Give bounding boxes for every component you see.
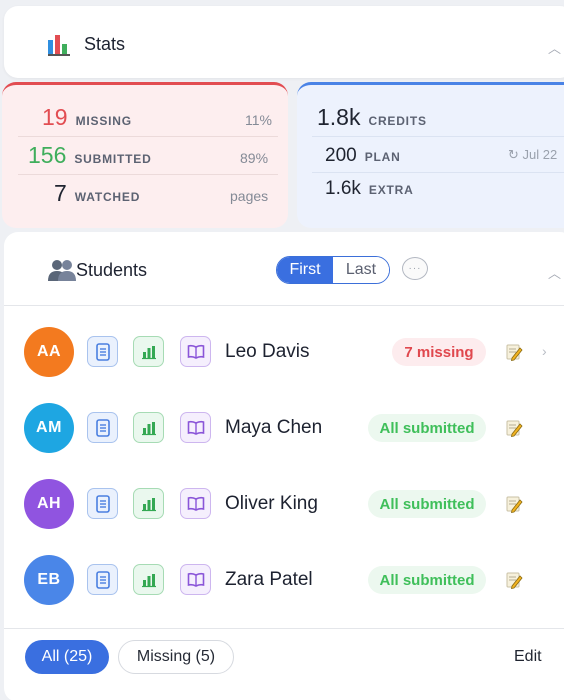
credits-count: 1.8k [317, 104, 361, 130]
divider [312, 136, 564, 137]
edit-button[interactable]: Edit [514, 648, 542, 666]
watched-count: 7 [54, 180, 67, 206]
plan-label: PLAN [364, 150, 401, 164]
divider [18, 174, 278, 175]
divider [312, 172, 564, 173]
credits-stat: 1.8k CREDITS [317, 104, 427, 131]
book-icon[interactable] [180, 564, 211, 595]
students-card [4, 232, 564, 700]
chevron-right-icon[interactable]: › [542, 343, 547, 359]
sort-first-button[interactable]: First [277, 257, 333, 283]
notes-edit-icon[interactable] [505, 495, 523, 514]
extra-stat: 1.6k EXTRA [325, 178, 414, 200]
notes-edit-icon[interactable] [505, 571, 523, 590]
avatar[interactable]: EB [24, 555, 74, 605]
status-badge: 7 missing [392, 338, 486, 366]
book-icon[interactable] [180, 488, 211, 519]
submitted-stat: 156 SUBMITTED [28, 142, 152, 169]
credits-label: CREDITS [368, 114, 427, 128]
progress-chart-icon[interactable] [133, 564, 164, 595]
students-title: Students [76, 260, 148, 280]
submitted-label: SUBMITTED [74, 152, 152, 166]
extra-label: EXTRA [368, 183, 414, 197]
book-icon[interactable] [180, 412, 211, 443]
missing-count: 19 [42, 104, 68, 130]
progress-chart-icon[interactable] [133, 412, 164, 443]
student-name[interactable]: Zara Patel [225, 569, 313, 591]
submitted-count: 156 [28, 142, 67, 168]
sort-last-button[interactable]: Last [333, 257, 389, 283]
document-icon[interactable] [87, 412, 118, 443]
footer-divider [4, 628, 564, 629]
stats-header[interactable]: Stats [48, 32, 125, 56]
watched-label: WATCHED [74, 190, 141, 204]
speech-bubble-icon[interactable]: ··· [402, 257, 428, 280]
divider [18, 136, 278, 137]
missing-stat: 19 MISSING [42, 104, 132, 131]
caret-up-icon[interactable]: ︿ [548, 38, 561, 57]
document-icon[interactable] [87, 564, 118, 595]
document-icon[interactable] [87, 336, 118, 367]
bar-chart-icon [48, 32, 70, 56]
document-icon[interactable] [87, 488, 118, 519]
missing-label: MISSING [75, 114, 132, 128]
avatar[interactable]: AH [24, 479, 74, 529]
avatar[interactable]: AM [24, 403, 74, 453]
book-icon[interactable] [180, 336, 211, 367]
progress-chart-icon[interactable] [133, 336, 164, 367]
notes-edit-icon[interactable] [505, 343, 523, 362]
extra-count: 1.6k [325, 178, 361, 199]
missing-percent: 11% [245, 112, 272, 128]
header-divider [4, 305, 564, 306]
student-name[interactable]: Leo Davis [225, 341, 310, 363]
plan-stat: 200 PLAN [325, 145, 401, 167]
people-icon [48, 260, 76, 281]
avatar[interactable]: AA [24, 327, 74, 377]
watched-unit: pages [230, 188, 269, 204]
filter-all-button[interactable]: All (25) [25, 640, 109, 674]
watched-stat: 7 WATCHED [54, 180, 140, 207]
status-badge: All submitted [368, 490, 486, 518]
student-name[interactable]: Oliver King [225, 493, 318, 515]
notes-edit-icon[interactable] [505, 419, 523, 438]
renewal-date: ↻ Jul 22 [508, 147, 558, 162]
submitted-percent: 89% [240, 150, 269, 166]
plan-count: 200 [325, 145, 357, 166]
student-name[interactable]: Maya Chen [225, 417, 322, 439]
progress-chart-icon[interactable] [133, 488, 164, 519]
caret-up-icon[interactable]: ︿ [548, 263, 561, 282]
stats-title: Stats [84, 33, 126, 54]
status-badge: All submitted [368, 566, 486, 594]
filter-missing-button[interactable]: Missing (5) [118, 640, 234, 674]
status-badge: All submitted [368, 414, 486, 442]
sort-toggle[interactable]: First Last [276, 256, 390, 284]
